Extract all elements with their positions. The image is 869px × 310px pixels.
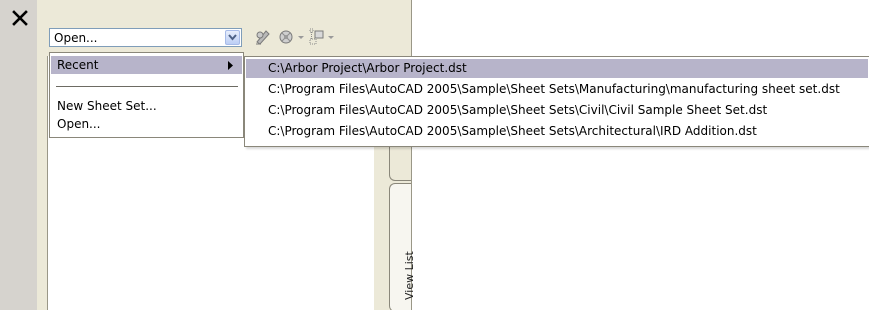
recent-file-item[interactable]: C:\Program Files\AutoCAD 2005\Sample\She…	[246, 122, 868, 141]
combo-dropdown-menu: Recent New Sheet Set... Open...	[49, 52, 244, 138]
menu-item-label: Recent	[57, 58, 99, 72]
palette-title-strip[interactable]	[0, 0, 38, 310]
recent-submenu: C:\Arbor Project\Arbor Project.dst C:\Pr…	[244, 56, 869, 147]
model-view-icon[interactable]	[306, 27, 326, 47]
publish-icon[interactable]	[253, 27, 273, 47]
dropdown-arrow-icon[interactable]	[327, 27, 335, 47]
sheet-set-manager-window: View List Open... Recent New Sheet Set..…	[0, 0, 869, 310]
menu-separator	[56, 86, 238, 87]
tab-view-list-label: View List	[403, 251, 416, 300]
combo-value: Open...	[54, 31, 98, 45]
menu-item-label: Open...	[57, 117, 101, 131]
recent-file-item[interactable]: C:\Arbor Project\Arbor Project.dst	[246, 59, 868, 78]
chevron-right-icon	[228, 61, 233, 70]
menu-item-label: New Sheet Set...	[57, 99, 157, 113]
recent-file-item[interactable]: C:\Program Files\AutoCAD 2005\Sample\She…	[246, 101, 868, 120]
recent-file-item[interactable]: C:\Program Files\AutoCAD 2005\Sample\She…	[246, 80, 868, 99]
sheet-set-combo[interactable]: Open...	[49, 28, 242, 47]
menu-item-open[interactable]: Open...	[51, 115, 242, 133]
menu-item-new-sheet-set[interactable]: New Sheet Set...	[51, 97, 242, 115]
menu-item-recent[interactable]: Recent	[51, 56, 242, 74]
sheet-set-manager-icon[interactable]	[276, 27, 296, 47]
chevron-down-icon[interactable]	[225, 30, 240, 45]
dropdown-arrow-icon[interactable]	[297, 27, 305, 47]
close-x-icon[interactable]	[11, 9, 29, 27]
